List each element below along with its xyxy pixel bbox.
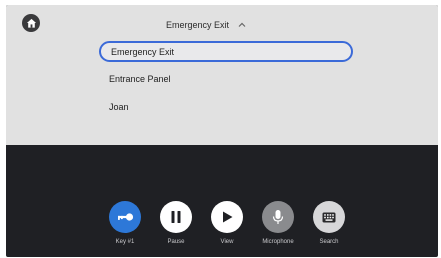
play-icon — [223, 211, 233, 223]
door-item-entrance-panel[interactable]: Entrance Panel — [99, 68, 353, 89]
intercom-screen: Emergency Exit Emergency Exit Entrance P… — [6, 5, 438, 257]
search-button[interactable]: Search — [299, 201, 359, 245]
view-button-circle[interactable] — [211, 201, 243, 233]
pause-button-circle[interactable] — [160, 201, 192, 233]
door-item-label: Emergency Exit — [111, 46, 175, 57]
key-button-circle[interactable] — [109, 201, 141, 233]
door-item-label: Joan — [109, 101, 129, 112]
door-item-emergency-exit[interactable]: Emergency Exit — [99, 41, 353, 62]
door-dropdown-header[interactable]: Emergency Exit — [166, 17, 247, 33]
search-button-label: Search — [319, 239, 339, 245]
control-bar: Key #1 Pause View Microphone Search — [6, 201, 438, 257]
search-button-circle[interactable] — [313, 201, 345, 233]
view-button-label: View — [220, 239, 234, 245]
keypad-icon — [322, 212, 336, 222]
door-item-joan[interactable]: Joan — [99, 96, 353, 117]
home-button[interactable] — [22, 14, 40, 32]
door-dropdown-title: Emergency Exit — [166, 20, 230, 30]
key-icon — [118, 213, 134, 221]
chevron-up-icon — [238, 22, 246, 27]
microphone-button-label: Microphone — [262, 239, 294, 245]
microphone-button-circle[interactable] — [262, 201, 294, 233]
door-item-label: Entrance Panel — [109, 73, 171, 84]
key-button-label: Key #1 — [115, 239, 135, 245]
door-selector-panel: Emergency Exit Emergency Exit Entrance P… — [6, 5, 438, 145]
pause-button-label: Pause — [167, 239, 185, 245]
pause-icon — [171, 211, 181, 223]
microphone-icon — [272, 210, 284, 224]
home-icon — [26, 18, 36, 28]
